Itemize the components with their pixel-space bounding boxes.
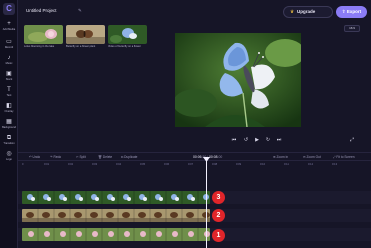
sidebar-item-label: Stock — [5, 78, 13, 81]
zoom-in-button[interactable]: ⊕ Zoom in — [273, 154, 288, 161]
ruler-tick: 0:08 — [212, 163, 218, 166]
ruler-tick: 0:12 — [308, 163, 314, 166]
ruler-tick: 0:09 — [236, 163, 242, 166]
rewind-button[interactable]: ↺ — [242, 136, 250, 144]
delete-button[interactable]: 🗑 Delete — [98, 154, 112, 161]
sidebar-item-label: Transition — [3, 142, 15, 145]
clip-filmstrip — [22, 209, 210, 222]
media-label: Video of butterfly on a flower — [108, 45, 141, 48]
ruler-tick: 0:07 — [188, 163, 194, 166]
clip-filmstrip — [22, 191, 210, 204]
sidebar-item-label: Overlay — [4, 110, 14, 113]
upgrade-button[interactable]: ♛ Upgrade — [283, 6, 333, 18]
sidebar-item-label: Text — [6, 94, 12, 97]
butterfly-video-thumbnail-image — [108, 25, 147, 44]
sidebar-item-text[interactable]: T Text — [0, 86, 18, 102]
lotus-thumbnail-image — [24, 25, 63, 44]
sidebar-item-background[interactable]: ▦ Background — [0, 118, 18, 134]
sidebar-item-transition[interactable]: ⧉ Transition — [0, 134, 18, 150]
track-number-badge: 2 — [212, 209, 225, 222]
timeline-ruler[interactable]: 0 0:01 0:02 0:03 0:04 0:05 0:06 0:07 0:0… — [18, 162, 371, 170]
sidebar-item-label: Record — [4, 46, 14, 49]
ruler-tick: 0:02 — [68, 163, 74, 166]
ruler-tick: 0:10 — [260, 163, 266, 166]
duplicate-button[interactable]: ⧉ Duplicate — [121, 154, 137, 161]
timeline-clip-butterfly-plant[interactable] — [22, 209, 210, 222]
sidebar-item-label: Background — [2, 126, 16, 129]
butterfly-preview-image — [175, 33, 301, 127]
media-label: Lotus blooming in the lake — [24, 45, 55, 48]
ruler-tick: 0 — [22, 163, 24, 166]
fullscreen-button[interactable]: ⤢ — [348, 136, 356, 144]
plus-icon: + — [7, 21, 11, 27]
zoom-out-button[interactable]: ⊖ Zoom Out — [303, 154, 321, 161]
record-icon: ▭ — [6, 39, 12, 45]
sidebar-item-logo[interactable]: ◎ Logo — [0, 150, 18, 166]
stock-icon: ▣ — [6, 71, 12, 77]
export-button[interactable]: ⇪ Export — [336, 6, 367, 18]
edit-title-icon[interactable]: ✎ — [78, 8, 82, 14]
timeline-clip-butterfly-video[interactable] — [22, 191, 210, 204]
timeline-clip-lotus[interactable] — [22, 228, 210, 241]
export-label: Export — [346, 9, 362, 14]
ruler-tick: 0:05 — [140, 163, 146, 166]
ruler-tick: 0:04 — [116, 163, 122, 166]
sidebar-item-music[interactable]: ♪ Music — [0, 54, 18, 70]
playhead[interactable] — [206, 160, 207, 248]
ruler-tick: 0:11 — [284, 163, 289, 166]
total-time-fraction: .00 — [217, 155, 223, 159]
undo-button[interactable]: ↶ Undo — [29, 154, 40, 161]
clipchamp-logo[interactable]: C — [3, 3, 15, 15]
sidebar: C + Add Media ▭ Record ♪ Music ▣ Stock T… — [0, 0, 18, 248]
ruler-tick: 0:13 — [332, 163, 338, 166]
forward-button[interactable]: ↻ — [264, 136, 272, 144]
ruler-tick: 0:06 — [164, 163, 170, 166]
music-icon: ♪ — [7, 55, 11, 61]
ruler-tick: 0:03 — [92, 163, 98, 166]
butterfly-plant-thumbnail-image — [66, 25, 105, 44]
logo-icon: ◎ — [6, 151, 12, 157]
sidebar-item-label: Add Media — [2, 28, 16, 31]
media-thumbnail-butterfly-video[interactable] — [108, 25, 147, 44]
skip-forward-button[interactable]: ⏭ — [275, 136, 283, 144]
sidebar-item-record[interactable]: ▭ Record — [0, 38, 18, 54]
sidebar-item-label: Logo — [6, 158, 12, 161]
text-icon: T — [7, 87, 11, 93]
crown-icon: ♛ — [290, 9, 295, 14]
current-time: 00:06 — [193, 155, 202, 159]
fit-to-screen-button[interactable]: ⤢ Fit to Screen — [333, 154, 355, 161]
skip-back-button[interactable]: ⏮ — [230, 136, 238, 144]
transition-icon: ⧉ — [6, 135, 12, 141]
media-thumbnail-butterfly-plant[interactable] — [66, 25, 105, 44]
track-number-badge: 1 — [212, 229, 225, 242]
sidebar-item-label: Music — [5, 62, 13, 65]
media-thumbnail-lotus[interactable] — [24, 25, 63, 44]
track-number-badge: 3 — [212, 191, 225, 204]
upgrade-label: Upgrade — [297, 9, 316, 14]
overlay-icon: ◧ — [6, 103, 12, 109]
sidebar-item-add-media[interactable]: + Add Media — [0, 20, 18, 36]
timeline-toolbar: ↶ Undo ↷ Redo ✂ Split 🗑 Delete ⧉ Duplica… — [18, 152, 371, 161]
total-time: 00:08 — [209, 155, 218, 159]
background-icon: ▦ — [6, 119, 12, 125]
clip-filmstrip — [22, 228, 210, 241]
media-label: Butterfly on a flower plant — [66, 45, 96, 48]
aspect-ratio-button[interactable]: 16:9 — [344, 25, 360, 32]
project-title[interactable]: Untitled Project — [26, 8, 57, 13]
ruler-tick: 0:01 — [44, 163, 50, 166]
split-button[interactable]: ✂ Split — [76, 154, 86, 161]
video-preview[interactable] — [175, 33, 301, 127]
play-button[interactable]: ▶ — [253, 136, 261, 144]
redo-button[interactable]: ↷ Redo — [50, 154, 61, 161]
sidebar-item-overlay[interactable]: ◧ Overlay — [0, 102, 18, 118]
sidebar-item-stock[interactable]: ▣ Stock — [0, 70, 18, 86]
